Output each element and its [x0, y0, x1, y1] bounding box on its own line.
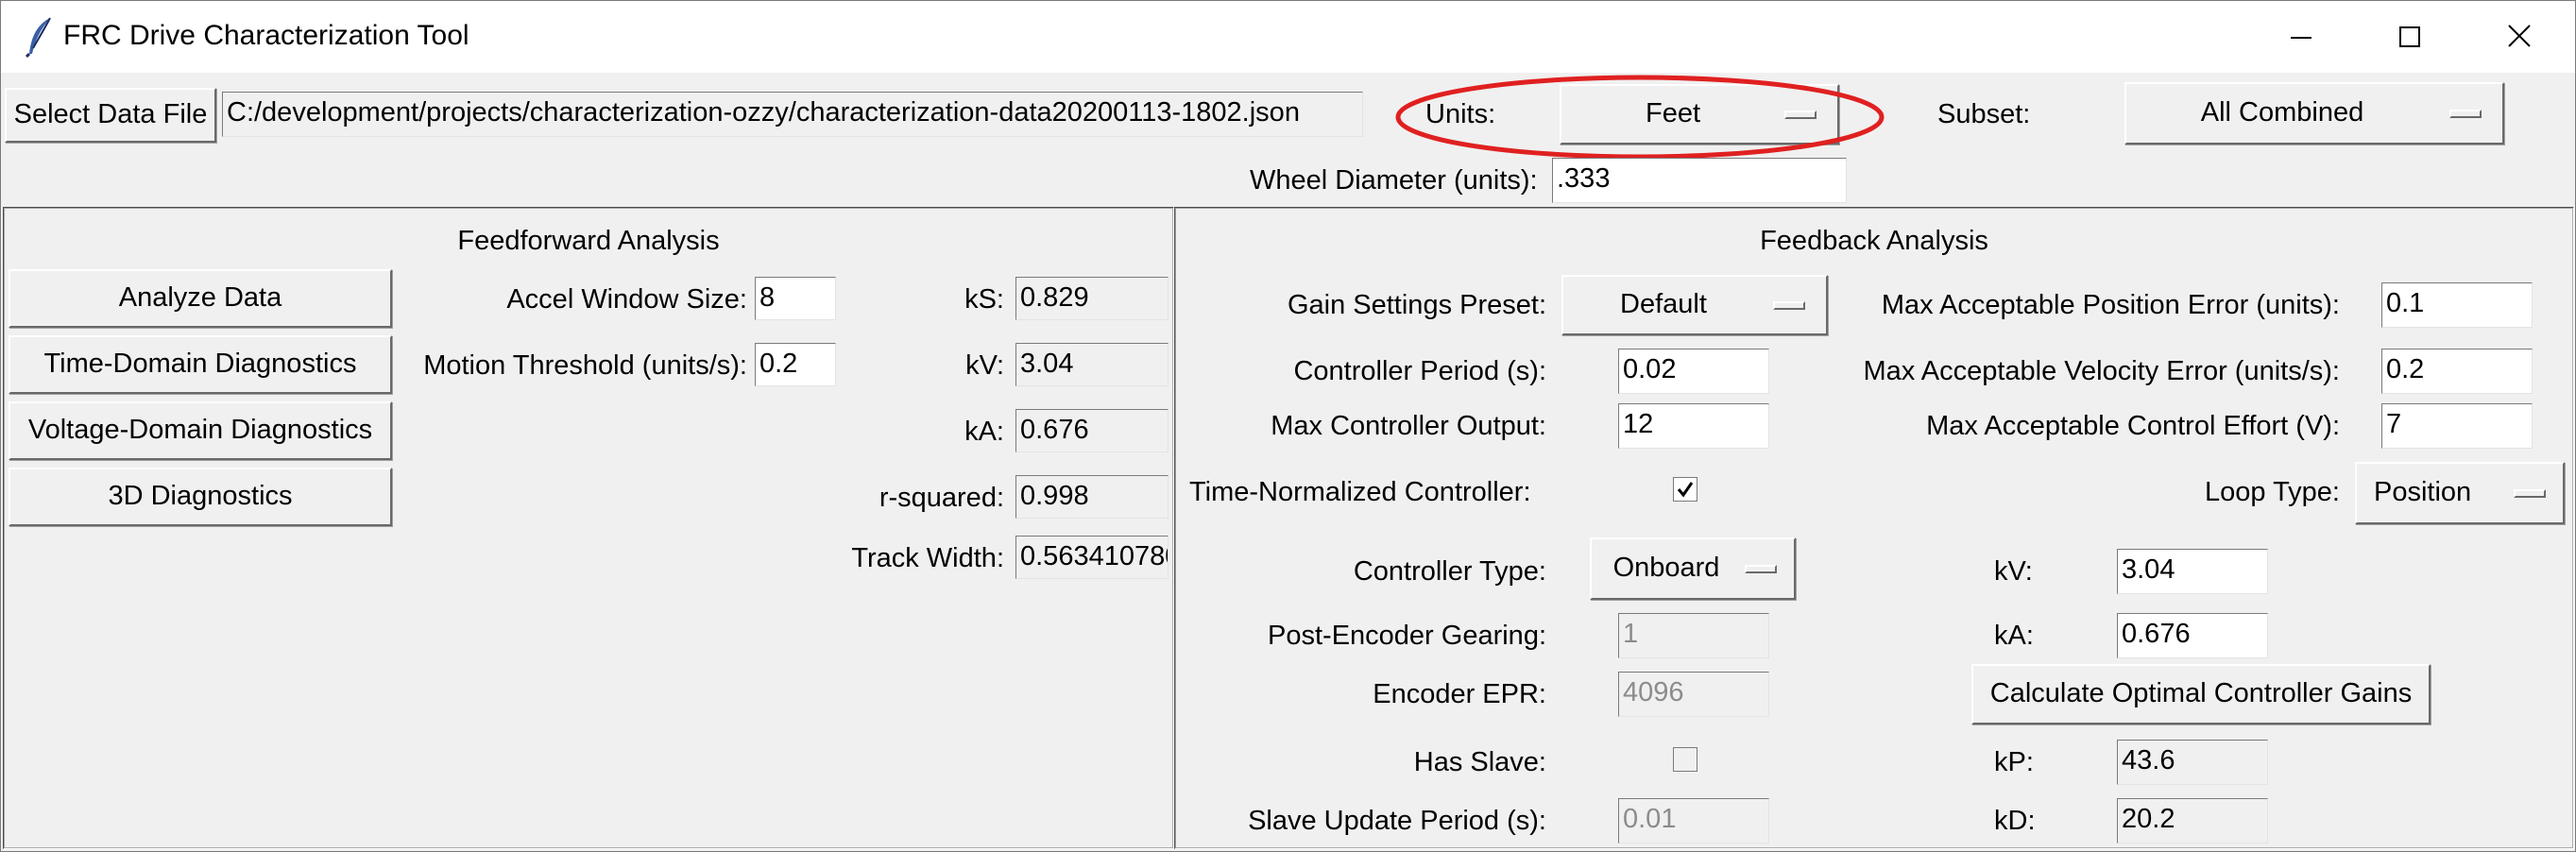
maximize-button[interactable] [2358, 1, 2467, 73]
has-slave-label: Has Slave: [1413, 747, 1546, 777]
max-control-effort-input[interactable]: 7 [2381, 403, 2533, 449]
kp-label: kP: [1994, 747, 2034, 777]
r-squared-label: r-squared: [879, 483, 1004, 513]
controller-type-value: Onboard [1612, 553, 1720, 583]
voltage-domain-diagnostics-button[interactable]: Voltage-Domain Diagnostics [9, 401, 392, 460]
app-window: FRC Drive Characterization Tool Select D… [0, 0, 2576, 852]
controller-period-input[interactable]: 0.02 [1618, 349, 1769, 394]
has-slave-checkbox[interactable] [1673, 747, 1697, 772]
subset-label: Subset: [1937, 99, 2031, 129]
feather-icon [25, 17, 51, 58]
gain-preset-dropdown[interactable]: Default [1561, 275, 1828, 335]
file-path-field[interactable]: C:/development/projects/characterization… [222, 92, 1363, 137]
max-velocity-error-input[interactable]: 0.2 [2381, 349, 2533, 394]
controller-period-label: Controller Period (s): [1293, 356, 1546, 386]
maximize-icon [2399, 26, 2420, 47]
post-encoder-gearing-label: Post-Encoder Gearing: [1268, 621, 1546, 651]
calculate-gains-button[interactable]: Calculate Optimal Controller Gains [1971, 664, 2431, 724]
track-width-value[interactable]: 0.563410780 [1015, 536, 1169, 579]
kd-label: kD: [1994, 806, 2036, 836]
slave-update-period-label: Slave Update Period (s): [1248, 806, 1546, 836]
encoder-epr-input[interactable]: 4096 [1618, 672, 1769, 717]
kd-value[interactable]: 20.2 [2117, 798, 2268, 843]
dropdown-indicator-icon [2514, 489, 2546, 498]
dropdown-indicator-icon [1745, 565, 1777, 573]
slave-update-period-input[interactable]: 0.01 [1618, 798, 1769, 843]
ks-label: kS: [964, 284, 1004, 315]
feedback-kv-input[interactable]: 3.04 [2117, 549, 2268, 594]
time-normalized-label: Time-Normalized Controller: [1189, 477, 1531, 507]
ka-value[interactable]: 0.676 [1015, 409, 1169, 452]
loop-type-value: Position [2374, 477, 2472, 507]
loop-type-label: Loop Type: [2205, 477, 2340, 507]
max-velocity-error-label: Max Acceptable Velocity Error (units/s): [1863, 356, 2340, 386]
time-normalized-checkbox[interactable] [1673, 477, 1697, 502]
subset-dropdown[interactable]: All Combined [2124, 82, 2504, 145]
time-domain-diagnostics-button[interactable]: Time-Domain Diagnostics [9, 335, 392, 394]
feedback-ka-input[interactable]: 0.676 [2117, 613, 2268, 658]
gain-preset-value: Default [1620, 289, 1707, 319]
highlight-ellipse [1395, 75, 1885, 160]
post-encoder-gearing-input[interactable]: 1 [1618, 613, 1769, 658]
ks-value[interactable]: 0.829 [1015, 277, 1169, 320]
checkmark-icon [1677, 482, 1694, 498]
max-position-error-input[interactable]: 0.1 [2381, 282, 2533, 328]
feedforward-title: Feedforward Analysis [457, 226, 720, 256]
minimize-icon [2291, 37, 2312, 39]
dropdown-indicator-icon [2449, 110, 2482, 118]
max-position-error-label: Max Acceptable Position Error (units): [1881, 290, 2340, 320]
analyze-data-button[interactable]: Analyze Data [9, 269, 392, 328]
max-controller-output-input[interactable]: 12 [1618, 403, 1769, 449]
window-title: FRC Drive Characterization Tool [63, 20, 469, 51]
wheel-diameter-input[interactable]: .333 [1552, 158, 1847, 203]
kp-value[interactable]: 43.6 [2117, 740, 2268, 785]
close-icon [2508, 25, 2531, 47]
minimize-button[interactable] [2248, 1, 2358, 73]
encoder-epr-label: Encoder EPR: [1373, 679, 1546, 709]
loop-type-dropdown[interactable]: Position [2355, 462, 2565, 524]
feedback-kv-label: kV: [1994, 556, 2033, 587]
dropdown-indicator-icon [1773, 301, 1805, 310]
max-control-effort-label: Max Acceptable Control Effort (V): [1926, 411, 2340, 441]
kv-value[interactable]: 3.04 [1015, 343, 1169, 386]
gain-preset-label: Gain Settings Preset: [1287, 290, 1546, 320]
close-button[interactable] [2467, 1, 2576, 73]
wheel-diameter-label: Wheel Diameter (units): [1250, 165, 1538, 196]
title-bar: FRC Drive Characterization Tool [1, 1, 2575, 73]
feedback-ka-label: kA: [1994, 621, 2034, 651]
track-width-label: Track Width: [851, 543, 1004, 573]
controller-type-dropdown[interactable]: Onboard [1590, 537, 1796, 600]
controller-type-label: Controller Type: [1353, 556, 1546, 587]
kv-label: kV: [965, 350, 1004, 381]
ka-label: kA: [964, 417, 1004, 447]
feedback-title: Feedback Analysis [1760, 226, 1988, 256]
r-squared-value[interactable]: 0.998 [1015, 475, 1169, 519]
max-controller-output-label: Max Controller Output: [1271, 411, 1546, 441]
subset-value: All Combined [2200, 97, 2364, 128]
accel-window-label: Accel Window Size: [506, 284, 747, 315]
3d-diagnostics-button[interactable]: 3D Diagnostics [9, 468, 392, 526]
select-data-file-button[interactable]: Select Data File [5, 88, 216, 143]
motion-threshold-label: Motion Threshold (units/s): [423, 350, 747, 381]
